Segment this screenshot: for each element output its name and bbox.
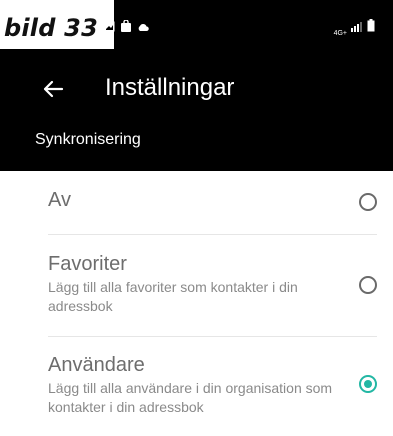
status-bar-left: [104, 19, 149, 37]
page-title: Inställningar: [105, 74, 235, 101]
section-title: Synkronisering: [35, 131, 141, 148]
radio-button-off[interactable]: [359, 193, 377, 211]
radio-button-favorites[interactable]: [359, 276, 377, 294]
battery-icon: [367, 19, 375, 37]
back-arrow-icon[interactable]: [40, 76, 66, 102]
gallery-icon: [104, 19, 115, 37]
sync-option-favorites[interactable]: Favoriter Lägg till alla favoriter som k…: [0, 235, 393, 336]
option-title: Av: [48, 189, 71, 211]
signal-icon: [351, 19, 363, 37]
figure-caption: bild 33: [4, 14, 98, 42]
cloud-icon: [137, 19, 149, 37]
radio-button-users[interactable]: [359, 375, 377, 393]
option-description: Lägg till alla favoriter som kontakter i…: [48, 279, 298, 314]
option-title: Favoriter: [48, 253, 127, 275]
sync-option-users[interactable]: Användare Lägg till alla användare i din…: [0, 337, 393, 436]
sync-option-off[interactable]: Av: [0, 171, 393, 234]
option-description: Lägg till alla användare i din organisat…: [48, 380, 333, 415]
option-title: Användare: [48, 354, 145, 376]
app-header: bild 33 4G+ Inställningar Synkronisering: [0, 0, 393, 171]
shopping-bag-icon: [121, 19, 131, 37]
network-type-label: 4G+: [333, 30, 347, 37]
status-bar-right: 4G+: [334, 19, 375, 37]
